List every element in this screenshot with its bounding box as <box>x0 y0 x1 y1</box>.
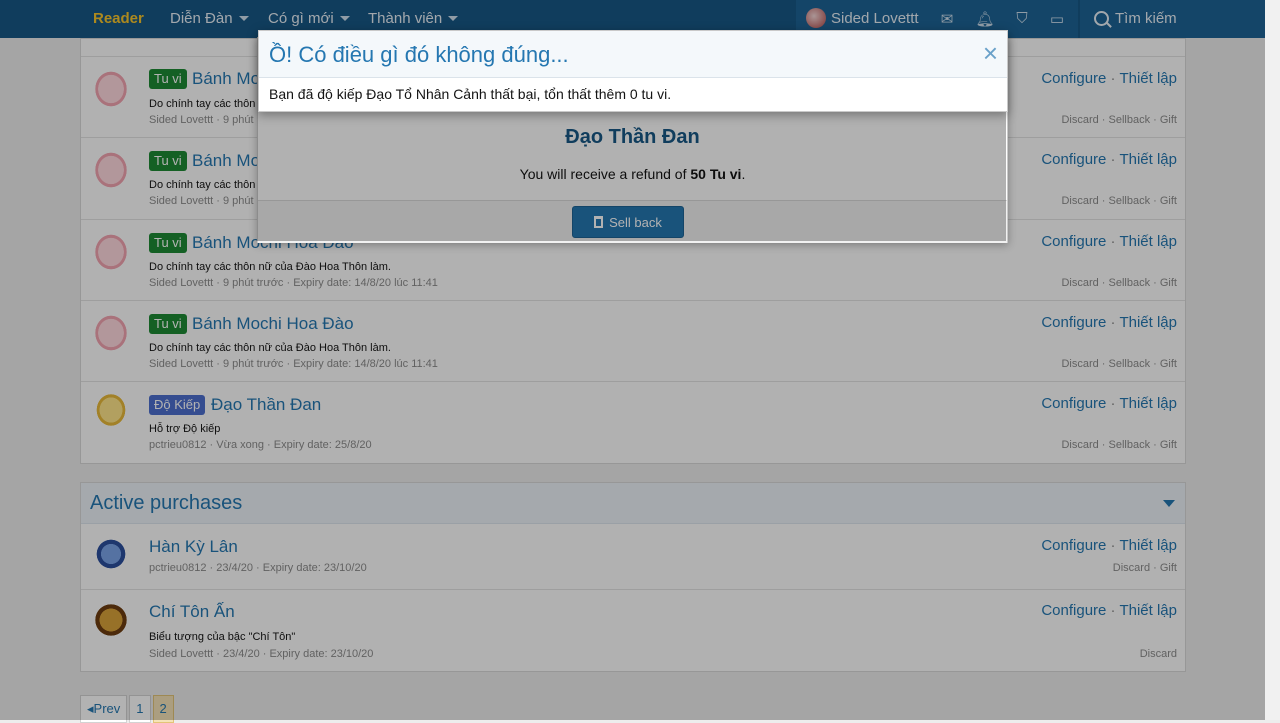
error-dialog-header: Ồ! Có điều gì đó không đúng... × <box>259 31 1007 78</box>
error-dialog: Ồ! Có điều gì đó không đúng... × Bạn đã … <box>258 30 1008 112</box>
close-icon[interactable]: × <box>983 39 998 67</box>
error-message: Bạn đã độ kiếp Đạo Tổ Nhân Cảnh thất bại… <box>269 86 672 102</box>
error-title: Ồ! Có điều gì đó không đúng... <box>269 42 569 67</box>
scrollbar[interactable] <box>1265 0 1280 720</box>
